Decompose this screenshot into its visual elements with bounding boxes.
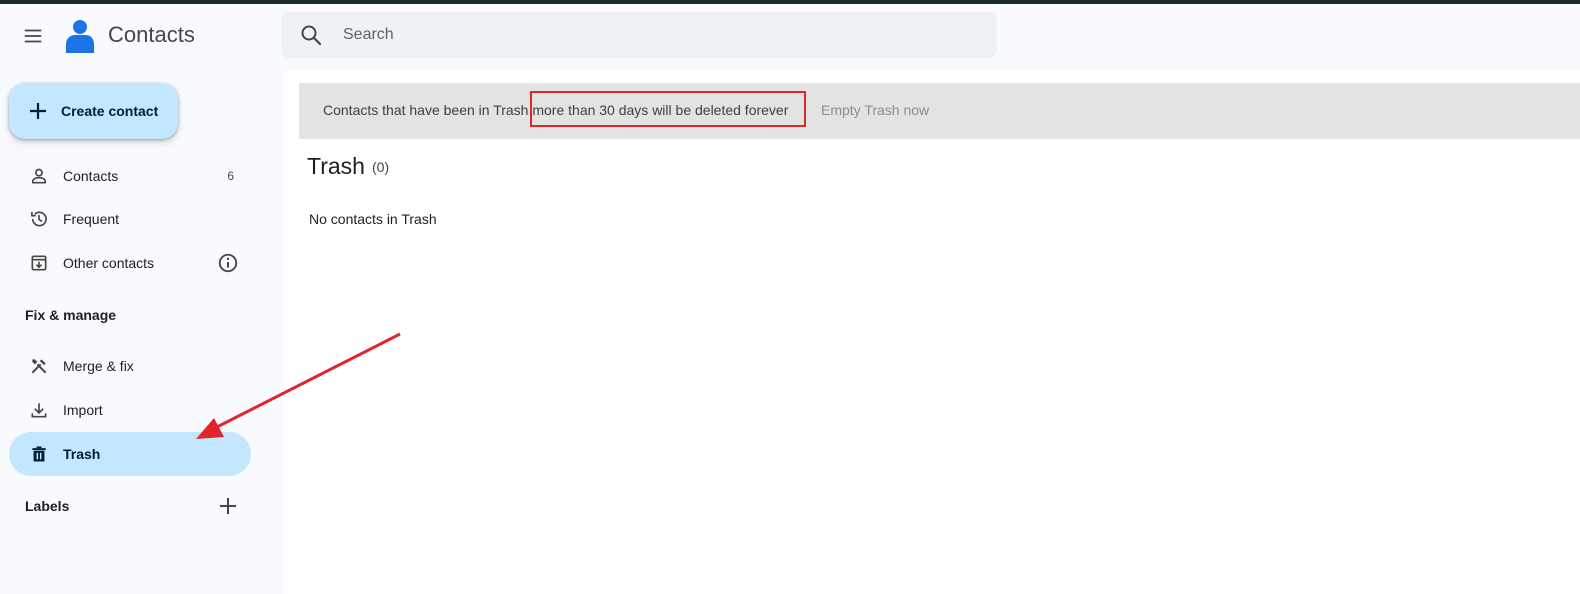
annotation-highlight-box xyxy=(530,91,806,127)
top-strip xyxy=(0,0,1580,4)
contacts-count: 6 xyxy=(227,169,234,183)
menu-icon xyxy=(24,29,42,43)
sidebar-item-merge-fix[interactable]: Merge & fix xyxy=(9,345,251,387)
trash-count: (0) xyxy=(372,159,390,175)
sidebar-item-trash[interactable]: Trash xyxy=(9,432,251,476)
tools-icon xyxy=(28,355,50,377)
search-input[interactable] xyxy=(341,25,945,45)
plus-icon xyxy=(30,103,46,119)
sidebar-item-contacts[interactable]: Contacts 6 xyxy=(9,155,251,197)
sidebar-item-import[interactable]: Import xyxy=(9,389,251,431)
info-icon[interactable] xyxy=(217,252,239,274)
search-icon[interactable] xyxy=(299,23,323,47)
archive-download-icon xyxy=(28,252,50,274)
app-title: Contacts xyxy=(108,22,195,47)
main-menu-button[interactable] xyxy=(14,17,52,55)
page-title: Trash xyxy=(307,153,365,179)
person-icon xyxy=(28,165,50,187)
create-contact-button[interactable]: Create contact xyxy=(9,83,178,139)
download-icon xyxy=(28,399,50,421)
contacts-logo-icon xyxy=(64,18,96,54)
sidebar-item-label: Merge & fix xyxy=(63,358,134,374)
labels-heading: Labels xyxy=(25,498,70,514)
sidebar-item-label: Frequent xyxy=(63,211,120,227)
sidebar-item-other-contacts[interactable]: Other contacts xyxy=(9,242,251,284)
empty-message: No contacts in Trash xyxy=(309,211,437,227)
add-label-icon[interactable] xyxy=(216,494,240,518)
sidebar-item-label: Other contacts xyxy=(63,255,155,271)
trash-icon xyxy=(28,443,50,465)
create-contact-label: Create contact xyxy=(61,103,159,119)
sidebar-item-label: Import xyxy=(63,402,103,418)
search-bar[interactable] xyxy=(281,12,997,58)
empty-trash-button[interactable]: Empty Trash now xyxy=(821,102,929,118)
history-icon xyxy=(28,208,50,230)
sidebar-item-label: Contacts xyxy=(63,168,119,184)
sidebar-item-frequent[interactable]: Frequent xyxy=(9,198,251,240)
fix-manage-heading: Fix & manage xyxy=(25,307,117,323)
sidebar-item-label: Trash xyxy=(63,446,101,462)
main-content xyxy=(284,70,1580,594)
